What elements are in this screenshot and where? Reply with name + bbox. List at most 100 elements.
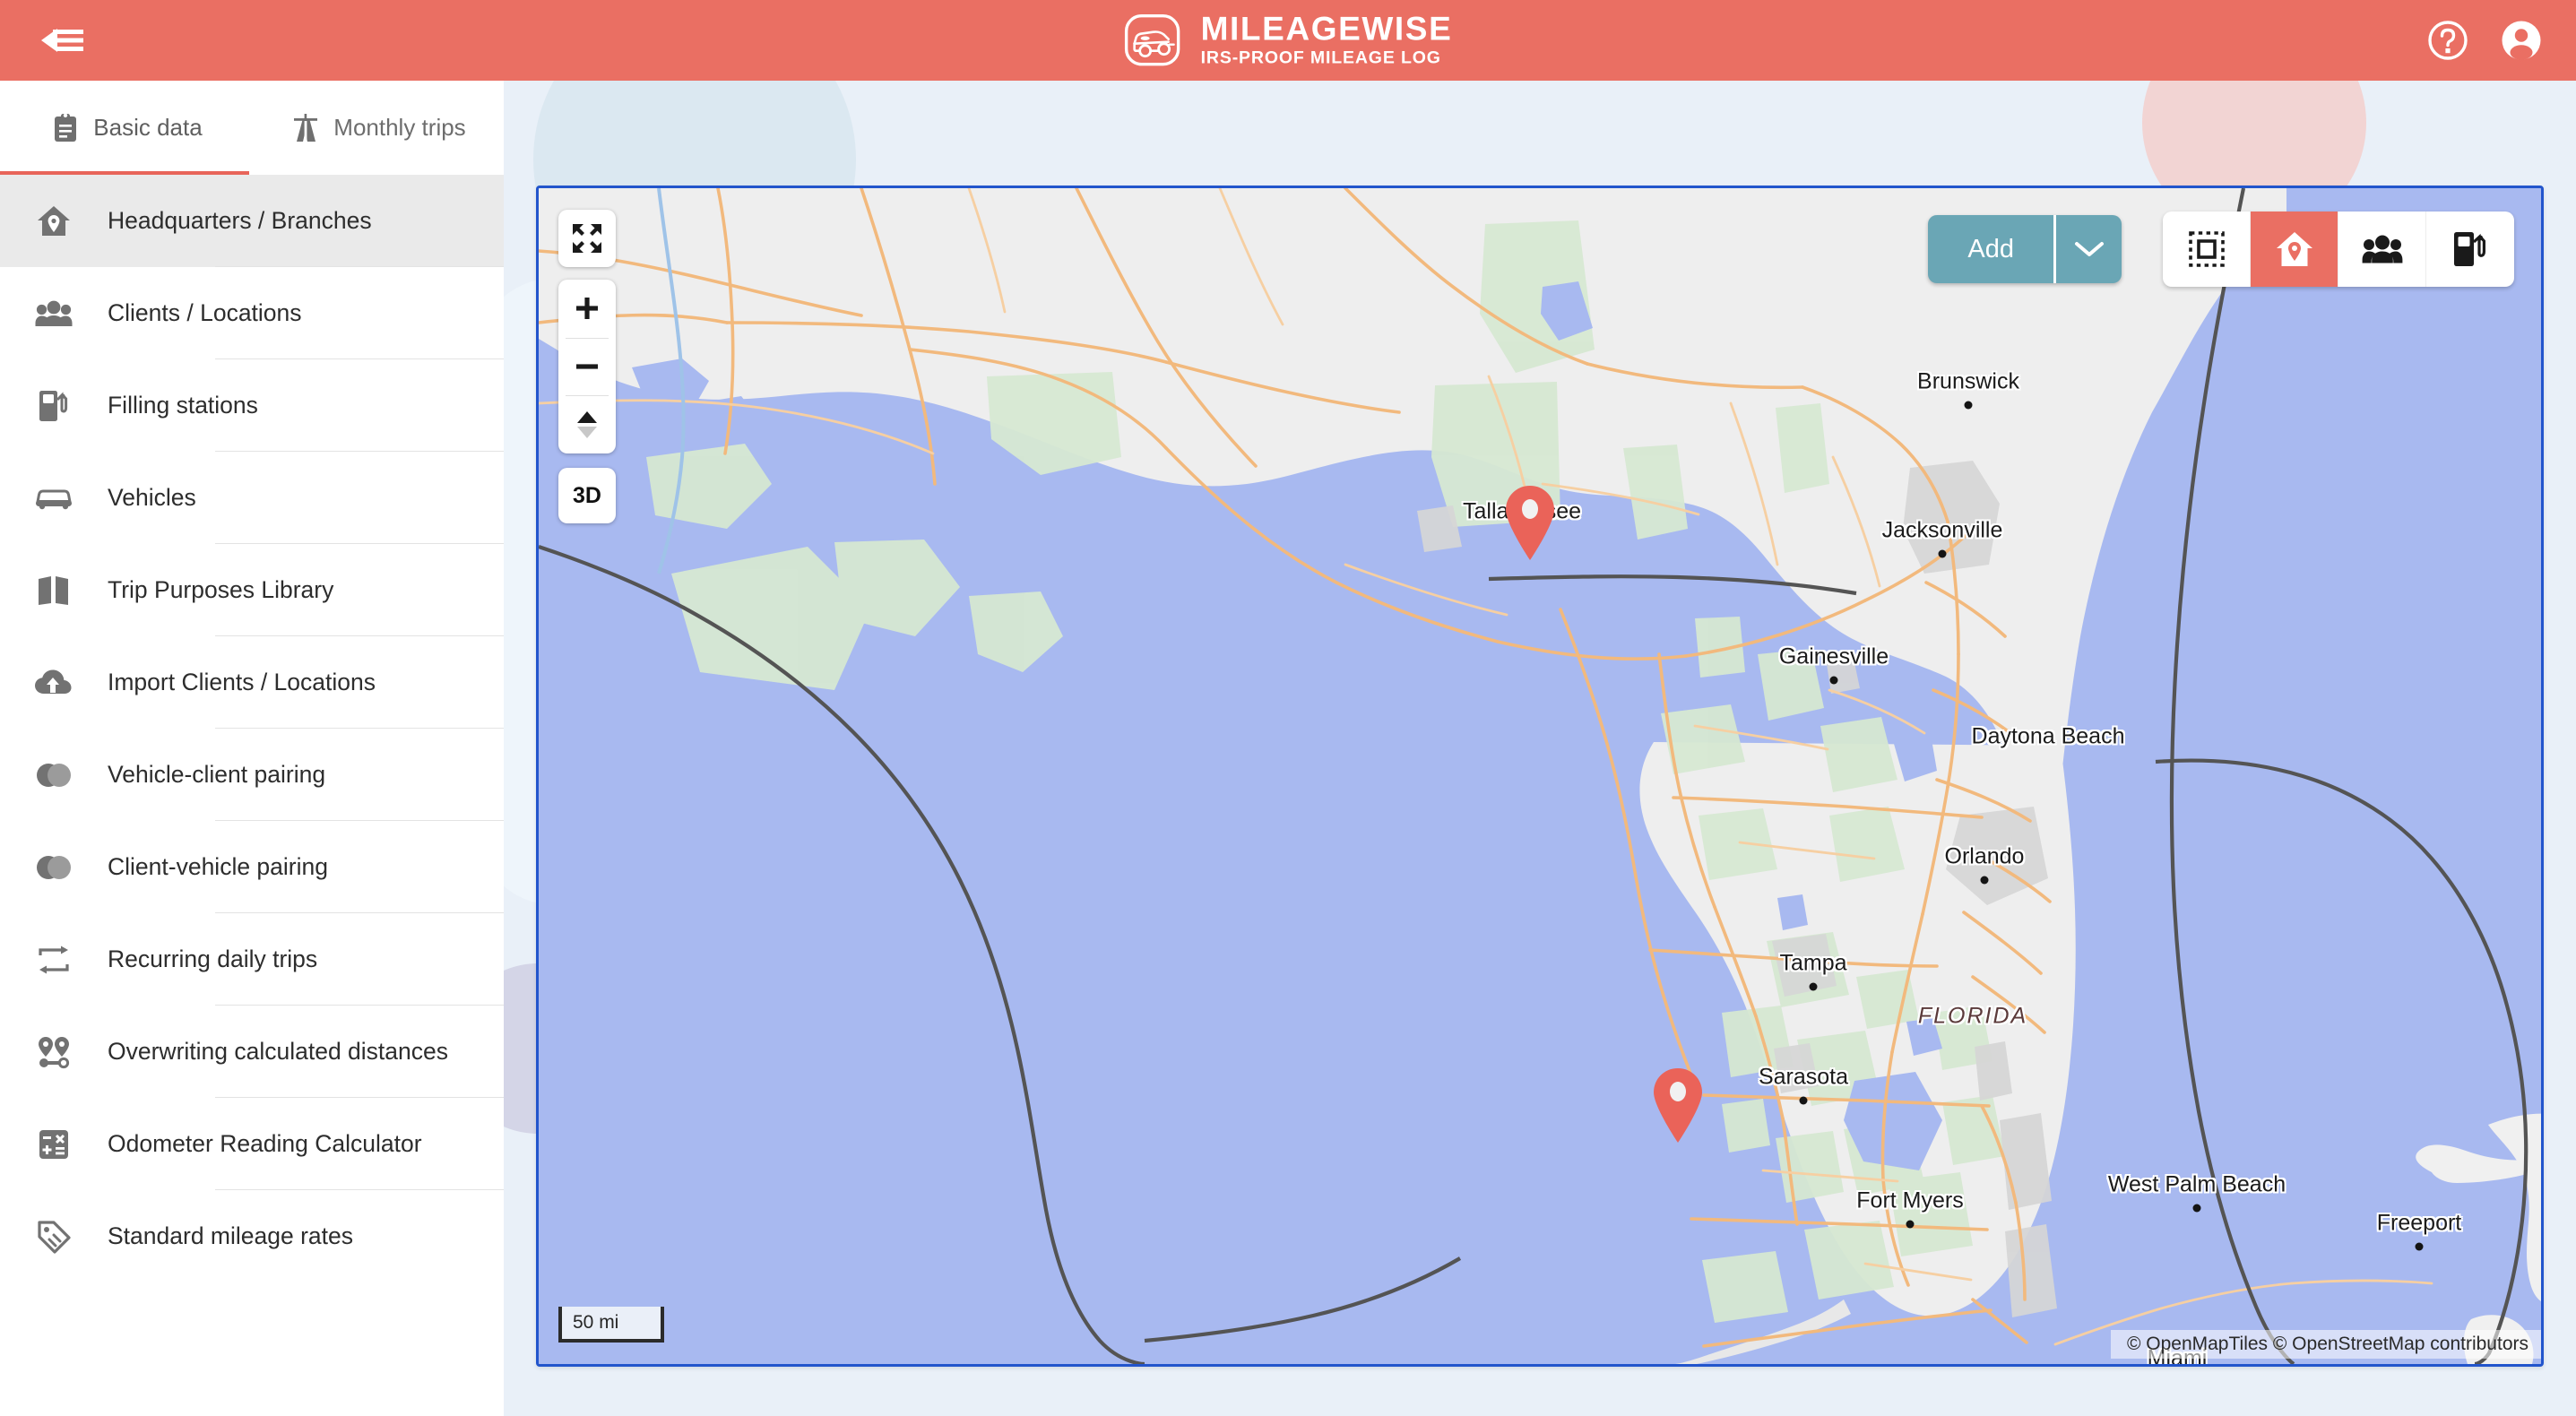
- map-city-dot: [1829, 676, 1838, 685]
- expand-arrows-icon: [573, 224, 601, 253]
- sidebar-item-headquarters-branches[interactable]: Headquarters / Branches: [0, 175, 504, 267]
- sidebar-item-label: Overwriting calculated distances: [108, 1038, 449, 1065]
- map-city-dot: [1938, 549, 1947, 558]
- map-scale-label: 50 mi: [573, 1312, 619, 1333]
- map-3d-label: 3D: [573, 482, 601, 508]
- fuel-pump-icon: [0, 388, 108, 424]
- sidebar-tabs: Basic data Monthly trips: [0, 81, 504, 175]
- sidebar-item-overwriting-calculated-distances[interactable]: Overwriting calculated distances: [0, 1006, 504, 1098]
- map-city-dot: [1809, 982, 1818, 991]
- help-button[interactable]: [2425, 18, 2470, 63]
- map-label: Orlando: [1944, 843, 2025, 869]
- map-scale-bar: 50 mi: [558, 1307, 664, 1343]
- people-group-icon: [2362, 235, 2402, 263]
- overlapping-circles-icon: [0, 854, 108, 881]
- cloud-upload-icon: [0, 669, 108, 697]
- minus-icon: [576, 364, 598, 369]
- map-label: FLORIDA: [1917, 1003, 2028, 1029]
- map-zoom-controls: [558, 280, 616, 453]
- sidebar-item-label: Import Clients / Locations: [108, 669, 376, 695]
- map-label: West Palm Beach: [2107, 1171, 2286, 1197]
- two-pins-route-icon: [0, 1035, 108, 1069]
- collapse-sidebar-button[interactable]: [34, 18, 90, 63]
- add-dropdown-toggle[interactable]: [2053, 215, 2122, 283]
- sidebar-item-clients-locations[interactable]: Clients / Locations: [0, 267, 504, 359]
- fuel-pump-icon: [2454, 232, 2485, 266]
- layer-toggle-headquarters[interactable]: [2251, 212, 2338, 287]
- map-panel[interactable]: BrunswickTallahasseeJacksonvilleGainesvi…: [536, 186, 2544, 1367]
- map-3d-toggle-button[interactable]: 3D: [558, 468, 616, 523]
- brand-subtitle: IRS-PROOF MILEAGE LOG: [1200, 47, 1441, 68]
- sidebar: Basic data Monthly trips Headquarters / …: [0, 81, 504, 1416]
- home-pin-icon: [0, 203, 108, 239]
- sidebar-item-label: Odometer Reading Calculator: [108, 1130, 422, 1157]
- brand-block: MILEAGEWISE IRS-PROOF MILEAGE LOG: [1124, 10, 1453, 70]
- map-label: Sarasota: [1758, 1064, 1849, 1090]
- tab-basic-data-label: Basic data: [93, 114, 203, 141]
- sidebar-item-trip-purposes-library[interactable]: Trip Purposes Library: [0, 544, 504, 636]
- map-label: Tampa: [1779, 950, 1847, 976]
- sidebar-item-label: Client-vehicle pairing: [108, 853, 328, 880]
- map-label: Gainesville: [1778, 643, 1889, 669]
- highway-road-icon: [290, 112, 321, 144]
- map-tilt-compass-button[interactable]: [558, 395, 616, 453]
- layer-toggle-areas[interactable]: [2163, 212, 2251, 287]
- map-city-dot: [2192, 1204, 2201, 1213]
- map-toolbar: Add: [1928, 212, 2514, 287]
- overlapping-circles-icon: [0, 762, 108, 789]
- sidebar-item-vehicles[interactable]: Vehicles: [0, 452, 504, 544]
- sidebar-item-label: Vehicles: [108, 484, 196, 511]
- tab-monthly-trips[interactable]: Monthly trips: [253, 81, 504, 175]
- plus-icon: [576, 298, 598, 320]
- map-label: Daytona Beach: [1971, 723, 2125, 749]
- calculator-icon: [0, 1128, 108, 1161]
- map-city-dot: [1964, 401, 1973, 410]
- map-attribution-text: © OpenMapTiles © OpenStreetMap contribut…: [2126, 1334, 2528, 1354]
- map-fullscreen-button[interactable]: [558, 210, 616, 267]
- header-actions: [2425, 18, 2544, 63]
- sidebar-item-recurring-daily-trips[interactable]: Recurring daily trips: [0, 913, 504, 1006]
- sidebar-item-vehicle-client-pairing[interactable]: Vehicle-client pairing: [0, 729, 504, 821]
- map-zoom-out-button[interactable]: [558, 337, 616, 396]
- app-header: MILEAGEWISE IRS-PROOF MILEAGE LOG: [0, 0, 2576, 81]
- map-city-dot: [1980, 876, 1989, 885]
- tab-basic-data[interactable]: Basic data: [0, 81, 253, 175]
- headquarters-marker-miami[interactable]: [1650, 1066, 1706, 1148]
- map-zoom-in-button[interactable]: [558, 280, 616, 338]
- account-button[interactable]: [2499, 18, 2544, 63]
- people-group-icon: [0, 298, 108, 329]
- sidebar-item-filling-stations[interactable]: Filling stations: [0, 359, 504, 452]
- sidebar-menu: Headquarters / Branches Clients / Locati…: [0, 175, 504, 1282]
- sidebar-item-import-clients-locations[interactable]: Import Clients / Locations: [0, 636, 504, 729]
- open-book-icon: [0, 574, 108, 607]
- layer-toggle-filling-stations[interactable]: [2426, 212, 2514, 287]
- brand-title: MILEAGEWISE: [1200, 10, 1453, 47]
- map-label: Fort Myers: [1856, 1187, 1964, 1213]
- tilt-compass-icon: [577, 410, 597, 438]
- layer-toggle-group: [2163, 212, 2514, 287]
- arrow-left-collapse-icon: [41, 29, 83, 52]
- add-button-label: Add: [1967, 234, 2014, 263]
- mileagewise-car-logo-icon: [1124, 14, 1180, 66]
- add-button-group: Add: [1928, 215, 2122, 283]
- map-attribution[interactable]: © OpenMapTiles © OpenStreetMap contribut…: [2110, 1330, 2541, 1359]
- chevron-down-icon: [2074, 242, 2104, 256]
- question-mark-circle-icon: [2428, 21, 2468, 60]
- map-label: Freeport: [2376, 1210, 2462, 1236]
- dashed-square-icon: [2188, 231, 2225, 267]
- sidebar-item-client-vehicle-pairing[interactable]: Client-vehicle pairing: [0, 821, 504, 913]
- layer-toggle-clients[interactable]: [2338, 212, 2426, 287]
- home-pin-icon: [2276, 232, 2312, 266]
- map-city-dot: [1906, 1220, 1915, 1229]
- map-city-dot: [2415, 1242, 2424, 1251]
- clipboard-icon: [50, 112, 81, 144]
- sidebar-item-label: Standard mileage rates: [108, 1222, 353, 1249]
- headquarters-marker-daytona[interactable]: [1502, 484, 1558, 566]
- add-button[interactable]: Add: [1928, 215, 2053, 283]
- map-label: Jacksonville: [1881, 517, 2003, 543]
- price-tag-icon: [0, 1220, 108, 1254]
- sidebar-item-standard-mileage-rates[interactable]: Standard mileage rates: [0, 1190, 504, 1282]
- sidebar-item-label: Vehicle-client pairing: [108, 761, 326, 788]
- sidebar-item-odometer-reading-calculator[interactable]: Odometer Reading Calculator: [0, 1098, 504, 1190]
- tab-monthly-trips-label: Monthly trips: [333, 114, 466, 141]
